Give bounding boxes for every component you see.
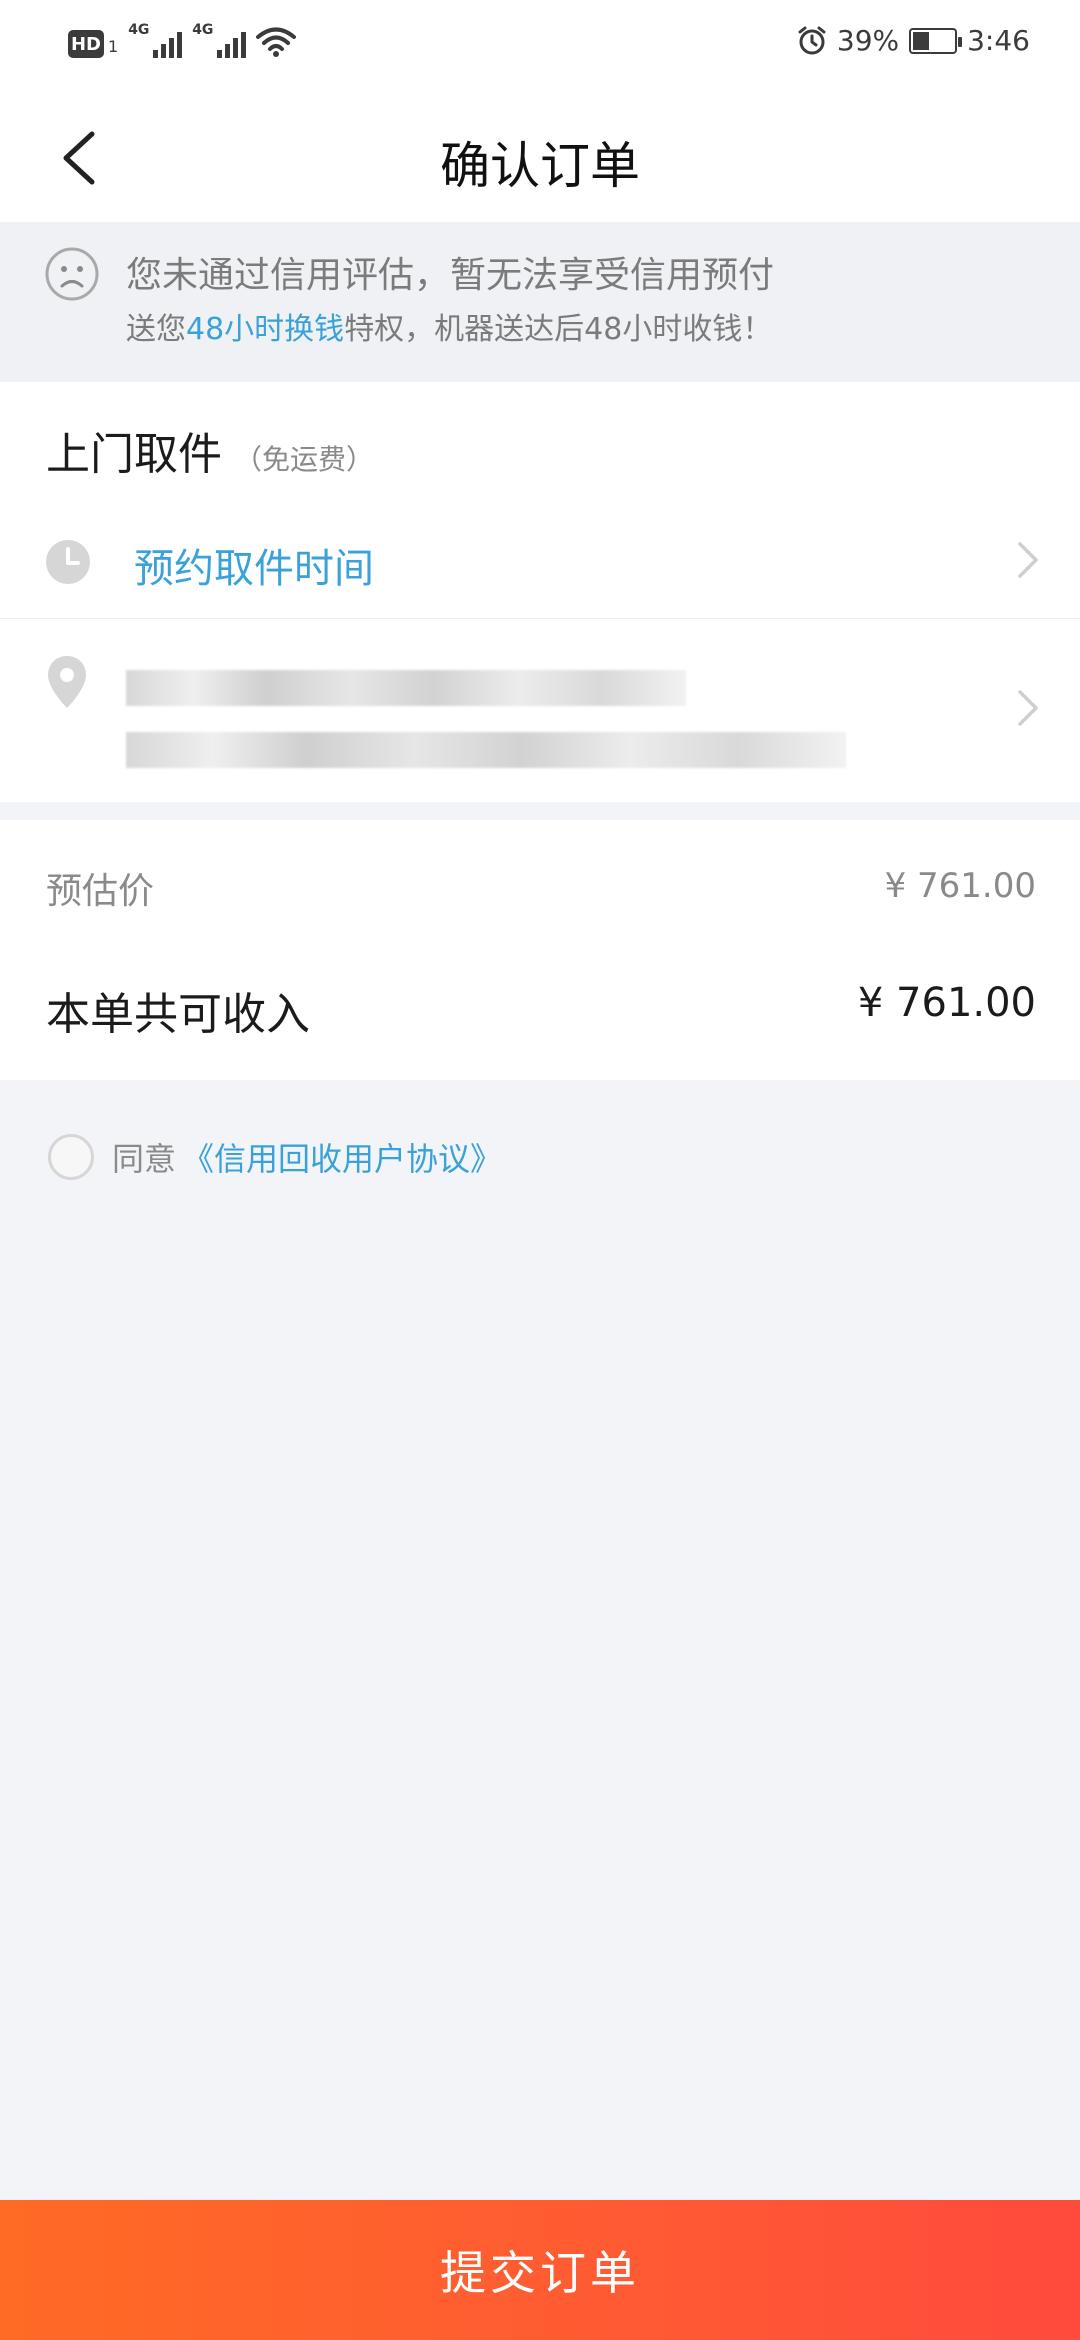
pickup-section: 上门取件 （免运费） 预约取件时间 bbox=[0, 382, 1080, 802]
section-divider bbox=[0, 802, 1080, 820]
nav-bar: 确认订单 bbox=[0, 90, 1080, 222]
signal-icon-2: 4G bbox=[192, 22, 247, 58]
battery-icon bbox=[909, 27, 963, 54]
sim-number: 1 bbox=[108, 37, 119, 56]
income-label: 本单共可收入 bbox=[46, 989, 310, 1040]
notice-line-1: 您未通过信用评估，暂无法享受信用预付 bbox=[126, 255, 775, 296]
notice-suffix: 特权，机器送达后48小时收钱！ bbox=[344, 312, 773, 347]
pickup-title-text: 上门取件 bbox=[46, 429, 222, 480]
alarm-icon bbox=[798, 26, 826, 54]
page-title: 确认订单 bbox=[440, 137, 640, 195]
submit-order-button[interactable]: 提交订单 bbox=[0, 2200, 1080, 2340]
agree-radio[interactable] bbox=[48, 1134, 94, 1180]
notice-prefix: 送您 bbox=[126, 312, 186, 347]
battery-level bbox=[913, 31, 929, 50]
wifi-icon bbox=[256, 27, 297, 57]
estimate-label: 预估价 bbox=[46, 871, 155, 912]
pickup-time-placeholder: 预约取件时间 bbox=[134, 546, 374, 592]
signal-icon: 4G bbox=[128, 22, 183, 58]
clock-icon bbox=[46, 540, 90, 584]
sad-face-icon bbox=[45, 247, 99, 301]
chevron-right-icon-2 bbox=[1018, 690, 1038, 726]
address-contact-redacted bbox=[126, 670, 686, 706]
chevron-right-icon bbox=[1018, 542, 1038, 578]
status-right: 39% 3:46 bbox=[797, 24, 1030, 57]
estimate-value: ¥ 761.00 bbox=[884, 866, 1036, 906]
hd-badge: HD bbox=[68, 30, 104, 58]
address-detail-redacted bbox=[126, 732, 846, 768]
agree-prefix: 同意 bbox=[112, 1140, 177, 1178]
clock-time: 3:46 bbox=[967, 24, 1030, 57]
status-bar: HD 1 4G 4G 39% 3:46 bbox=[0, 0, 1080, 90]
agreement-row: 同意 《信用回收用户协议》 bbox=[48, 1134, 502, 1180]
location-pin-icon bbox=[48, 656, 86, 708]
notice-line-2: 送您48小时换钱特权，机器送达后48小时收钱！ bbox=[126, 304, 772, 348]
battery-percent: 39% bbox=[836, 24, 900, 57]
credit-notice: 您未通过信用评估，暂无法享受信用预付 送您48小时换钱特权，机器送达后48小时收… bbox=[0, 222, 1080, 382]
network-type-1: 4G bbox=[128, 22, 150, 38]
price-section: 预估价 ¥ 761.00 本单共可收入 ¥ 761.00 bbox=[0, 820, 1080, 1080]
income-value: ¥ 761.00 bbox=[857, 980, 1036, 1026]
agreement-link[interactable]: 《信用回收用户协议》 bbox=[182, 1134, 502, 1180]
notice-highlight: 48小时换钱 bbox=[186, 312, 345, 347]
pickup-time-row[interactable]: 预约取件时间 bbox=[0, 502, 1080, 619]
pickup-title: 上门取件 （免运费） bbox=[46, 418, 374, 482]
network-type-2: 4G bbox=[192, 22, 214, 38]
pickup-subtitle: （免运费） bbox=[234, 443, 375, 476]
status-left: HD 1 4G 4G bbox=[68, 22, 297, 58]
address-row[interactable] bbox=[0, 620, 1080, 800]
